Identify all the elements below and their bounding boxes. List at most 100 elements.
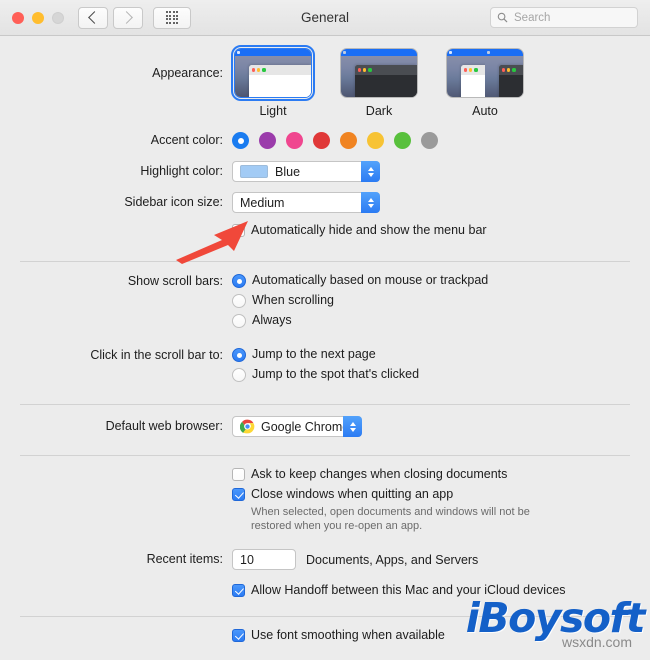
close-windows-checkbox-row[interactable]: Close windows when quitting an app bbox=[232, 487, 650, 502]
auto-hide-menubar-label: Automatically hide and show the menu bar bbox=[251, 223, 487, 237]
accent-swatch-pink[interactable] bbox=[286, 132, 303, 149]
font-smoothing-label: Use font smoothing when available bbox=[251, 628, 445, 642]
back-button[interactable] bbox=[78, 6, 108, 29]
radio-jump-spot-clicked[interactable] bbox=[232, 368, 246, 382]
default-browser-dropdown[interactable]: Google Chrome bbox=[232, 416, 362, 437]
appearance-option-light[interactable]: Light bbox=[230, 44, 316, 118]
chevron-updown-icon[interactable] bbox=[361, 192, 380, 213]
appearance-options: Light Dark Auto bbox=[230, 44, 650, 118]
window-titlebar: General bbox=[0, 0, 650, 36]
show-all-button[interactable] bbox=[153, 6, 191, 29]
highlight-color-row: Highlight color: Blue bbox=[0, 161, 650, 183]
radio-scrollbar-always[interactable] bbox=[232, 314, 246, 328]
appearance-thumbnail-auto[interactable] bbox=[446, 48, 524, 98]
radio-label-scrollbar-automatic: Automatically based on mouse or trackpad bbox=[252, 273, 489, 287]
accent-swatch-red[interactable] bbox=[313, 132, 330, 149]
handoff-checkbox-row[interactable]: Allow Handoff between this Mac and your … bbox=[232, 583, 650, 598]
accent-swatch-purple[interactable] bbox=[259, 132, 276, 149]
scroll-click-option-next-page[interactable]: Jump to the next page bbox=[232, 347, 650, 362]
search-icon bbox=[497, 12, 508, 23]
handoff-checkbox[interactable] bbox=[232, 584, 245, 597]
appearance-thumbnail-dark[interactable] bbox=[340, 48, 418, 98]
handoff-label: Allow Handoff between this Mac and your … bbox=[251, 583, 566, 597]
appearance-caption-dark: Dark bbox=[365, 104, 393, 118]
chevron-left-icon bbox=[88, 11, 101, 24]
divider bbox=[20, 616, 630, 617]
recent-items-label: Recent items: bbox=[146, 552, 223, 566]
radio-label-jump-next-page: Jump to the next page bbox=[252, 347, 376, 361]
close-windows-help-text: When selected, open documents and window… bbox=[251, 506, 530, 532]
radio-scrollbar-when-scrolling[interactable] bbox=[232, 294, 246, 308]
search-input[interactable] bbox=[512, 10, 631, 25]
sidebar-icon-size-value: Medium bbox=[240, 195, 285, 210]
recent-items-value: 10 bbox=[240, 552, 254, 567]
close-windows-checkbox[interactable] bbox=[232, 488, 245, 501]
scroll-click-row: Click in the scroll bar to: Jump to the … bbox=[0, 347, 650, 387]
navigation-buttons bbox=[78, 6, 143, 29]
radio-label-jump-spot-clicked: Jump to the spot that's clicked bbox=[252, 367, 420, 381]
search-field[interactable] bbox=[490, 7, 638, 28]
default-browser-value: Google Chrome bbox=[261, 419, 350, 434]
divider bbox=[20, 404, 630, 405]
highlight-color-dropdown[interactable]: Blue bbox=[232, 161, 380, 182]
font-smoothing-checkbox-row[interactable]: Use font smoothing when available bbox=[232, 628, 650, 643]
auto-hide-menubar-checkbox-row[interactable]: Automatically hide and show the menu bar bbox=[232, 223, 650, 238]
close-button[interactable] bbox=[12, 11, 24, 24]
sidebar-icon-size-label: Sidebar icon size: bbox=[124, 195, 223, 209]
accent-swatch-yellow[interactable] bbox=[367, 132, 384, 149]
chevron-updown-icon[interactable] bbox=[361, 161, 380, 182]
appearance-label: Appearance: bbox=[152, 66, 223, 80]
show-scroll-bars-row: Show scroll bars: Automatically based on… bbox=[0, 273, 650, 333]
radio-label-scrollbar-always: Always bbox=[252, 313, 292, 327]
chrome-icon bbox=[240, 419, 255, 434]
accent-swatch-orange[interactable] bbox=[340, 132, 357, 149]
radio-scrollbar-automatic[interactable] bbox=[232, 274, 246, 288]
show-scroll-bars-label: Show scroll bars: bbox=[127, 274, 223, 288]
ask-keep-changes-checkbox-row[interactable]: Ask to keep changes when closing documen… bbox=[232, 467, 650, 482]
scroll-click-option-spot-clicked[interactable]: Jump to the spot that's clicked bbox=[232, 367, 650, 382]
radio-jump-next-page[interactable] bbox=[232, 348, 246, 362]
chevron-right-icon bbox=[120, 11, 133, 24]
appearance-option-dark[interactable]: Dark bbox=[338, 48, 420, 118]
divider bbox=[20, 261, 630, 262]
menu-bar-row: Automatically hide and show the menu bar bbox=[0, 223, 650, 243]
ask-keep-changes-label: Ask to keep changes when closing documen… bbox=[251, 467, 508, 481]
sidebar-icon-size-row: Sidebar icon size: Medium bbox=[0, 192, 650, 213]
scroll-click-label: Click in the scroll bar to: bbox=[90, 348, 223, 362]
accent-swatch-blue[interactable] bbox=[232, 132, 249, 149]
auto-hide-menubar-checkbox[interactable] bbox=[232, 224, 245, 237]
documents-row: Ask to keep changes when closing documen… bbox=[0, 467, 650, 533]
default-browser-label: Default web browser: bbox=[105, 419, 223, 433]
grid-icon bbox=[165, 11, 179, 24]
font-smoothing-checkbox[interactable] bbox=[232, 629, 245, 642]
appearance-caption-auto: Auto bbox=[472, 104, 498, 118]
highlight-color-swatch bbox=[240, 165, 268, 178]
accent-color-swatches bbox=[232, 132, 650, 149]
scrollbar-option-when-scrolling[interactable]: When scrolling bbox=[232, 293, 650, 308]
recent-items-suffix: Documents, Apps, and Servers bbox=[306, 552, 479, 567]
accent-color-row: Accent color: bbox=[0, 132, 650, 149]
forward-button[interactable] bbox=[113, 6, 143, 29]
appearance-row: Appearance: Light Dark Auto bbox=[0, 44, 650, 118]
scrollbar-option-always[interactable]: Always bbox=[232, 313, 650, 328]
stepper-updown-icon[interactable] bbox=[253, 555, 260, 564]
ask-keep-changes-checkbox[interactable] bbox=[232, 468, 245, 481]
recent-items-stepper[interactable]: 10 bbox=[232, 549, 296, 570]
chevron-updown-icon[interactable] bbox=[343, 416, 362, 437]
highlight-color-label: Highlight color: bbox=[140, 164, 223, 178]
accent-swatch-graphite[interactable] bbox=[421, 132, 438, 149]
preferences-content: Appearance: Light Dark Auto Accent color… bbox=[0, 36, 650, 648]
radio-label-scrollbar-when-scrolling: When scrolling bbox=[252, 293, 334, 307]
handoff-row: Allow Handoff between this Mac and your … bbox=[0, 583, 650, 603]
appearance-option-auto[interactable]: Auto bbox=[444, 48, 526, 118]
appearance-caption-light: Light bbox=[259, 104, 287, 118]
minimize-button[interactable] bbox=[32, 11, 44, 24]
accent-swatch-green[interactable] bbox=[394, 132, 411, 149]
highlight-color-value: Blue bbox=[275, 164, 301, 179]
font-smoothing-row: Use font smoothing when available bbox=[0, 628, 650, 648]
traffic-light-group bbox=[12, 11, 64, 24]
appearance-thumbnail-light[interactable] bbox=[230, 44, 316, 102]
zoom-button-disabled bbox=[52, 11, 64, 24]
scrollbar-option-auto[interactable]: Automatically based on mouse or trackpad bbox=[232, 273, 650, 288]
sidebar-icon-size-dropdown[interactable]: Medium bbox=[232, 192, 380, 213]
